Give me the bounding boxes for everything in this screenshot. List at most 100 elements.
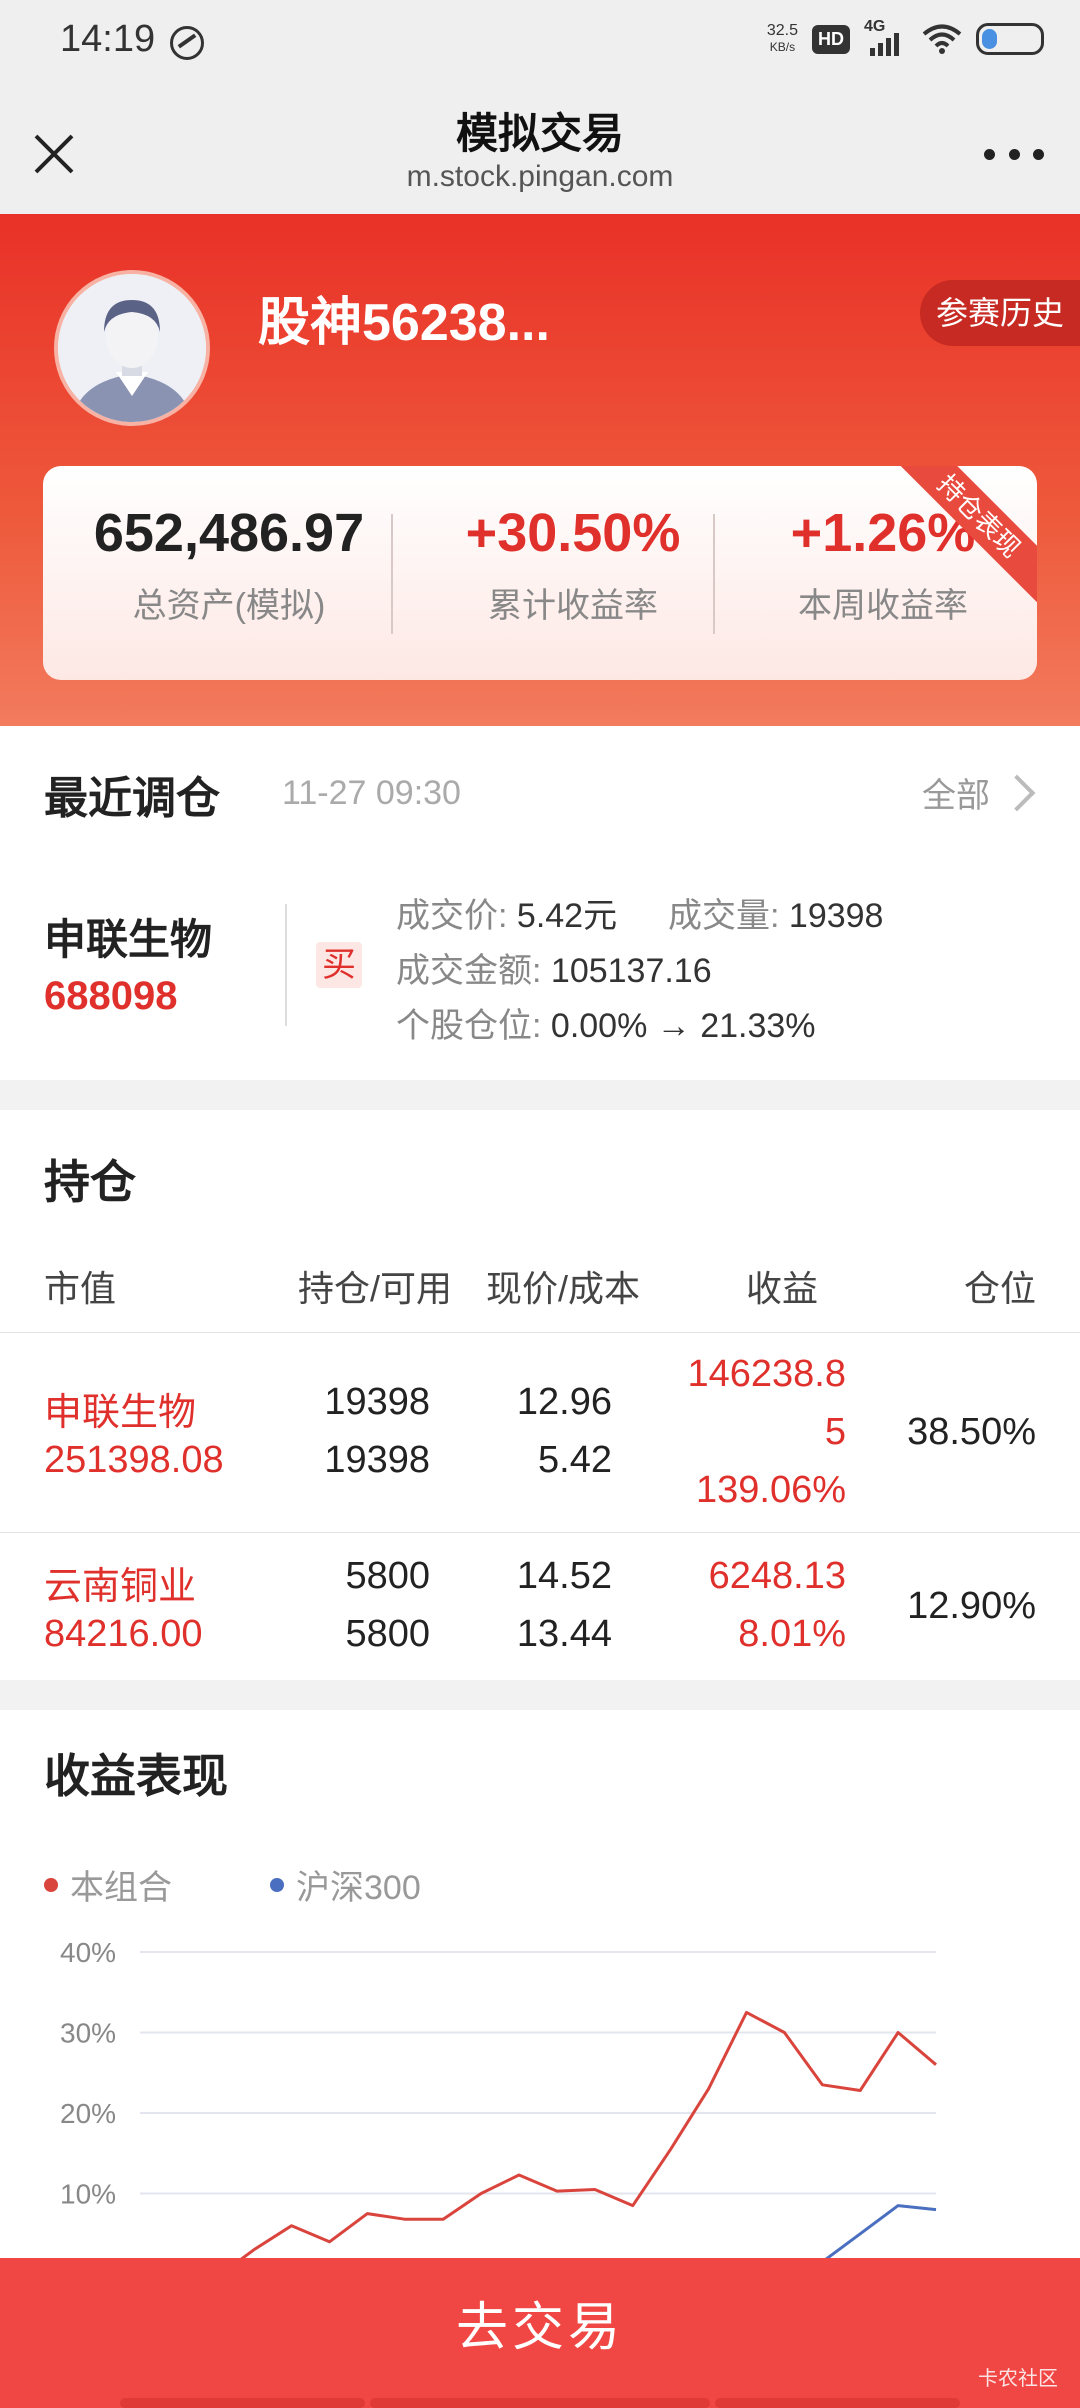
section-title: 收益表现 [44, 1750, 228, 1802]
y-tick-label: 40% [60, 1937, 116, 1968]
status-icons: 32.5 KB/s HD 4G [766, 18, 1044, 56]
legend-item-benchmark: 沪深300 [270, 1860, 421, 1909]
wifi-icon [922, 24, 962, 54]
holding-name: 申联生物 [44, 1392, 197, 1434]
holding-market-value: 84216.00 [44, 1613, 203, 1655]
avatar[interactable] [54, 270, 210, 426]
page-url: m.stock.pingan.com [406, 160, 674, 193]
performance-chart: 40% 30% 20% 10% [60, 1937, 937, 2258]
divider [713, 514, 715, 634]
trade-price: 5.42元 [516, 897, 618, 935]
table-row[interactable]: 云南铜业 84216.00 5800 5800 14.52 13.44 6248… [0, 1532, 1080, 1681]
buy-badge: 买 [316, 942, 362, 988]
legend-label: 本组合 [70, 1869, 172, 1907]
divider [285, 904, 287, 1026]
holding-market-value: 251398.08 [44, 1439, 224, 1481]
legend-dot [270, 1877, 284, 1892]
history-button[interactable]: 参赛历史 [920, 280, 1080, 346]
holding-available: 5800 [345, 1613, 430, 1655]
trade-position-label: 个股仓位: [396, 1007, 542, 1045]
table-row[interactable]: 申联生物 251398.08 19398 19398 12.96 5.42 14… [0, 1332, 1080, 1533]
holding-quantity: 19398 [324, 1381, 430, 1423]
column-header: 现价/成本 [486, 1268, 641, 1309]
column-header: 市值 [44, 1268, 117, 1309]
chevron-right-icon [998, 774, 1036, 811]
trade-button[interactable]: 去交易 [0, 2258, 1080, 2408]
y-tick-label: 20% [60, 2098, 116, 2129]
view-all-label: 全部 [922, 777, 990, 815]
holding-quantity: 5800 [345, 1555, 430, 1597]
y-tick-label: 10% [60, 2179, 116, 2210]
stat-total-assets: 652,486.97 总资产(模拟) [79, 502, 379, 627]
holding-weight: 38.50% [907, 1411, 1036, 1453]
recent-trades-section: 最近调仓 11-27 09:30 全部 申联生物 688098 买 成交价: 5… [0, 726, 1080, 1080]
browser-header: 模拟交易 m.stock.pingan.com [0, 84, 1080, 214]
holding-cost: 13.44 [516, 1613, 612, 1655]
holding-available: 19398 [324, 1439, 430, 1481]
holding-profit-pct: 139.06% [695, 1469, 846, 1511]
cumulative-return-value: +30.50% [465, 503, 681, 563]
divider [391, 514, 393, 634]
trade-amount-label: 成交金额: [396, 952, 542, 990]
holding-price: 12.96 [516, 1381, 612, 1423]
legend-dot [44, 1877, 58, 1892]
legend-item-portfolio: 本组合 [44, 1860, 172, 1909]
holding-price: 14.52 [516, 1555, 612, 1597]
bottom-handle [120, 2398, 365, 2408]
section-title: 持仓 [44, 1156, 136, 1208]
sync-icon [170, 26, 204, 60]
page-title: 模拟交易 [455, 110, 624, 157]
view-all-link[interactable]: 全部 [922, 768, 1036, 817]
username: 股神56238... [258, 294, 550, 352]
weekly-return-label: 本周收益率 [798, 587, 968, 625]
battery-icon [976, 23, 1044, 55]
watermark: 卡农社区 [978, 2368, 1058, 2390]
column-header: 持仓/可用 [298, 1268, 453, 1309]
performance-section: 收益表现 本组合 沪深300 40% 30% 20% 10% [0, 1710, 1080, 2260]
trade-amount: 105137.16 [550, 952, 712, 990]
trade-volume-line: 成交量: 19398 [668, 888, 883, 937]
holding-profit-wrap: 5 [824, 1411, 846, 1453]
section-title: 最近调仓 [44, 774, 220, 823]
column-header: 收益 [746, 1268, 819, 1309]
trade-volume: 19398 [788, 897, 884, 935]
trade-stock-code: 688098 [44, 974, 178, 1018]
holding-profit: 146238.8 [687, 1353, 847, 1395]
holding-weight: 12.90% [907, 1585, 1036, 1627]
bottom-handle [715, 2398, 960, 2408]
trade-time: 11-27 09:30 [282, 774, 461, 812]
profile-hero: 股神56238... 参赛历史 652,486.97 总资产(模拟) +30.5… [0, 214, 1080, 726]
cumulative-return-label: 累计收益率 [488, 587, 658, 625]
holding-name: 云南铜业 [44, 1566, 197, 1608]
signal-icon: 4G [864, 18, 908, 56]
total-assets-label: 总资产(模拟) [132, 587, 326, 625]
trade-position-line: 个股仓位: 0.00% → 21.33% [396, 998, 816, 1047]
trade-volume-label: 成交量: [668, 897, 780, 935]
holdings-header-row: 市值 持仓/可用 现价/成本 收益 仓位 [0, 1260, 1080, 1332]
total-assets-value: 652,486.97 [93, 503, 365, 563]
network-type: 4G [864, 18, 886, 35]
net-speed: 32.5 KB/s [766, 22, 798, 55]
more-icon[interactable] [984, 134, 1044, 174]
benchmark-series-line [825, 2204, 937, 2258]
summary-card: 652,486.97 总资产(模拟) +30.50% 累计收益率 +1.26% … [43, 466, 1037, 680]
holding-profit: 6248.13 [708, 1555, 846, 1597]
stat-cumulative-return: +30.50% 累计收益率 [433, 502, 713, 627]
y-tick-label: 30% [60, 2018, 116, 2049]
column-header: 仓位 [963, 1268, 1036, 1309]
legend-label: 沪深300 [296, 1869, 421, 1907]
trade-position-change: 0.00% → 21.33% [550, 1007, 816, 1045]
trade-amount-line: 成交金额: 105137.16 [396, 943, 712, 992]
trade-price-label: 成交价: [396, 897, 508, 935]
hd-icon: HD [812, 24, 850, 54]
holdings-section: 持仓 市值 持仓/可用 现价/成本 收益 仓位 申联生物 251398.08 1… [0, 1110, 1080, 1680]
trade-stock-name[interactable]: 申联生物 [44, 906, 212, 967]
bottom-handle [370, 2398, 710, 2408]
holding-profit-pct: 8.01% [738, 1613, 846, 1655]
trade-price-line: 成交价: 5.42元 [396, 888, 617, 937]
holding-cost: 5.42 [538, 1439, 612, 1481]
status-time: 14:19 [60, 18, 156, 60]
portfolio-series-line [240, 2010, 937, 2258]
status-bar: 14:19 32.5 KB/s HD 4G [0, 0, 1080, 84]
avatar-icon [58, 274, 206, 422]
